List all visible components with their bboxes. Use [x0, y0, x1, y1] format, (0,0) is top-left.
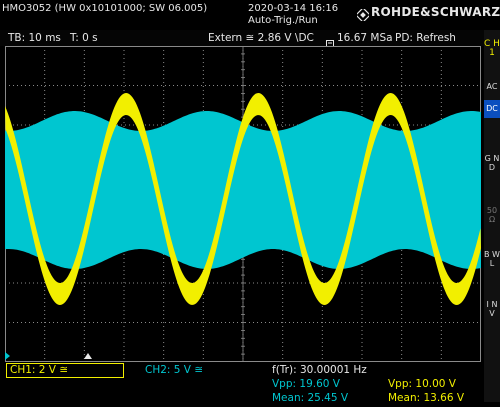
trigger-time-label[interactable]: T: 0 s [70, 32, 98, 44]
status-info-bar: TB: 10 ms T: 0 s Extern ≅ 2.86 V \DC 16.… [0, 30, 484, 49]
brand-name: ROHDE&SCHWARZ [371, 5, 500, 19]
waveform-canvas [5, 46, 481, 362]
waveform-display[interactable] [5, 46, 481, 362]
ch1-mean-readout: Mean: 13.66 V [388, 392, 465, 404]
ch2-scale-label[interactable]: CH2: 5 V ≅ [145, 364, 203, 376]
timebase-label[interactable]: TB: 10 ms [8, 32, 61, 44]
impedance-50-ohm-button[interactable]: 50 Ω [484, 206, 500, 224]
ch2-mean-readout: Mean: 25.45 V [272, 392, 349, 404]
gnd-button[interactable]: G N D [484, 154, 500, 194]
channel-indicator[interactable]: C H 1 [484, 40, 500, 70]
coupling-ac-button[interactable]: AC [484, 80, 500, 94]
ch1-vpp-readout: Vpp: 10.00 V [388, 378, 456, 390]
ch1-scale-box[interactable]: CH1: 2 V ≅ [6, 363, 124, 378]
pd-mode-label[interactable]: PD: Refresh [395, 32, 456, 44]
trigger-mode: Auto-Trig./Run [248, 15, 318, 26]
bwl-button[interactable]: B W L [484, 250, 500, 290]
sample-rate-label[interactable]: 16.67 MSa [337, 32, 393, 44]
channel-sidebar: C H 1 AC DC G N D 50 Ω B W L I N V [484, 30, 500, 402]
ch1-scale-label: CH1: 2 V ≅ [10, 364, 69, 376]
datetime: 2020-03-14 16:16 [248, 3, 339, 14]
ch2-vpp-readout: Vpp: 19.60 V [272, 378, 340, 390]
measurement-panel: CH1: 2 V ≅ CH2: 5 V ≅ f(Tr): 30.00001 Hz… [0, 362, 484, 407]
device-info: HMO3052 (HW 0x10101000; SW 06.005) [2, 3, 208, 14]
rohde-schwarz-logo-icon [355, 6, 371, 23]
trigger-source-label[interactable]: Extern ≅ 2.86 V \DC [208, 32, 314, 44]
invert-button[interactable]: I N V [484, 300, 500, 340]
title-bar: HMO3052 (HW 0x10101000; SW 06.005) 2020-… [0, 0, 500, 30]
trigger-position-marker-icon[interactable] [84, 353, 92, 359]
coupling-dc-button[interactable]: DC [484, 100, 500, 118]
trigger-frequency-readout: f(Tr): 30.00001 Hz [272, 364, 367, 376]
channel-offset-marker-icon[interactable] [5, 352, 10, 360]
